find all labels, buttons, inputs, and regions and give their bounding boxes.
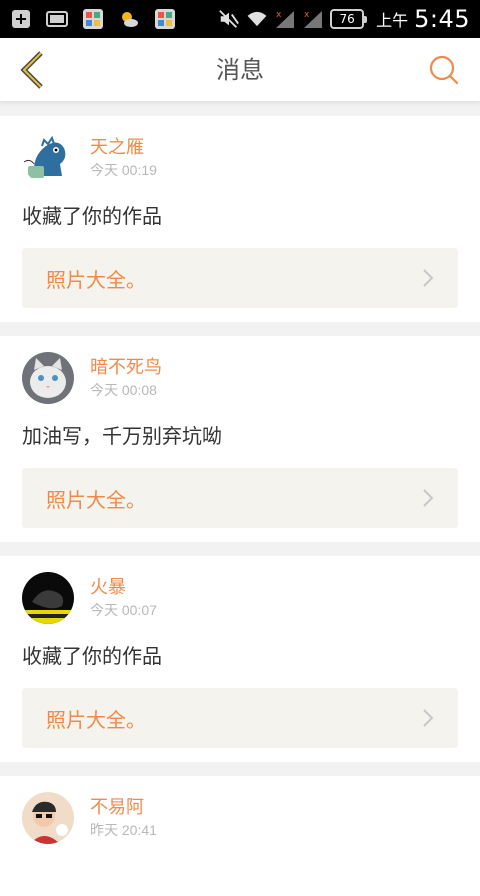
signal-1-icon: x [274, 8, 296, 30]
message-header: 火暴 今天 00:07 [22, 572, 458, 624]
svg-text:x: x [304, 10, 310, 20]
message-card: 天之雁 今天 00:19 收藏了你的作品 照片大全。 [0, 116, 480, 322]
username[interactable]: 不易阿 [90, 796, 157, 820]
username[interactable]: 天之雁 [90, 136, 157, 160]
nav-bar: 消息 [0, 38, 480, 102]
signal-2-icon: x [302, 8, 324, 30]
app2-notification-icon [154, 8, 176, 30]
message-text: 收藏了你的作品 [22, 644, 162, 668]
message-time: 今天 00:19 [90, 162, 157, 178]
search-button[interactable] [426, 52, 462, 88]
weather-notification-icon [118, 8, 140, 30]
page-title: 消息 [216, 56, 264, 84]
svg-text:x: x [276, 10, 282, 20]
wifi-icon [246, 8, 268, 30]
user-avatar[interactable] [22, 352, 74, 404]
app-notification-icon [82, 8, 104, 30]
status-ampm: 上午 [376, 11, 409, 30]
white-cat-avatar-icon [22, 352, 74, 404]
chevron-right-icon [420, 708, 436, 728]
status-bar: x x 76 上午 5:45 [0, 0, 480, 38]
username[interactable]: 暗不死鸟 [90, 356, 162, 380]
user-avatar[interactable] [22, 792, 74, 844]
work-title: 照片大全。 [46, 267, 146, 292]
mute-icon [218, 8, 240, 30]
user-avatar[interactable] [22, 572, 74, 624]
battery-indicator: 76 [330, 9, 368, 29]
message-card: 暗不死鸟 今天 00:08 加油写，千万别弃坑呦 照片大全。 [0, 336, 480, 542]
person-avatar-icon [22, 792, 74, 844]
search-icon [429, 55, 459, 85]
message-card: 火暴 今天 00:07 收藏了你的作品 照片大全。 [0, 556, 480, 762]
message-time: 昨天 20:41 [90, 822, 157, 838]
username[interactable]: 火暴 [90, 576, 157, 600]
chevron-right-icon [420, 488, 436, 508]
dark-photo-avatar-icon [22, 572, 74, 624]
message-header: 暗不死鸟 今天 00:08 [22, 352, 458, 404]
message-time: 今天 00:08 [90, 382, 157, 398]
message-feed: 天之雁 今天 00:19 收藏了你的作品 照片大全。 暗不死鸟 今天 00:08… [0, 102, 480, 896]
message-card: 不易阿 昨天 20:41 [0, 776, 480, 896]
message-header: 不易阿 昨天 20:41 [22, 792, 458, 844]
dinosaur-avatar-icon [22, 132, 74, 184]
work-title: 照片大全。 [46, 487, 146, 512]
chevron-right-icon [420, 268, 436, 288]
add-notification-icon [10, 8, 32, 30]
work-link[interactable]: 照片大全。 [22, 468, 458, 528]
user-avatar[interactable] [22, 132, 74, 184]
status-time: 5:45 [414, 5, 470, 33]
message-time: 今天 00:07 [90, 602, 157, 618]
message-text: 收藏了你的作品 [22, 204, 162, 228]
work-link[interactable]: 照片大全。 [22, 248, 458, 308]
screen-notification-icon [46, 8, 68, 30]
message-text: 加油写，千万别弃坑呦 [22, 424, 222, 448]
work-link[interactable]: 照片大全。 [22, 688, 458, 748]
work-title: 照片大全。 [46, 707, 146, 732]
message-header: 天之雁 今天 00:19 [22, 132, 458, 184]
